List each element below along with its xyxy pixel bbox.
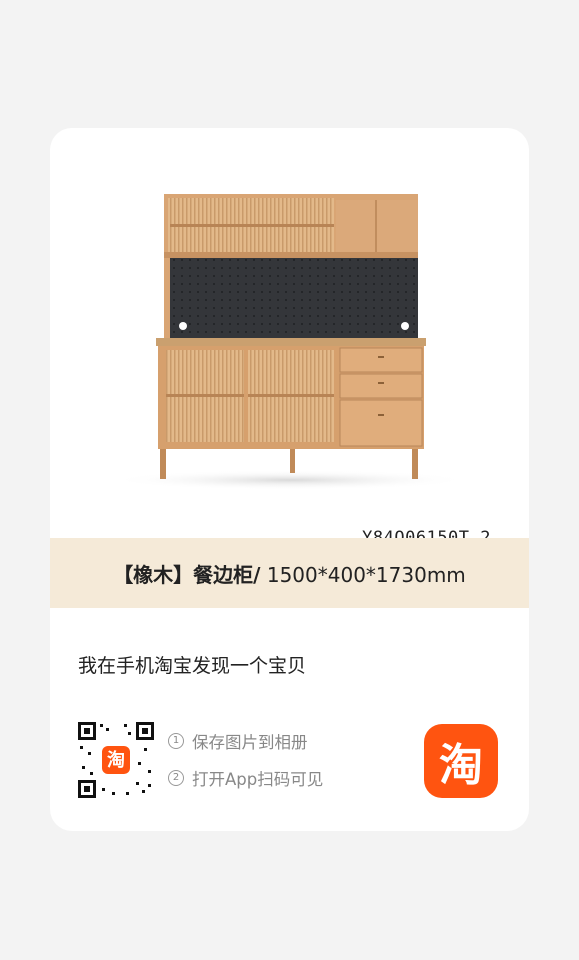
step-save-image: 1 保存图片到相册 — [168, 730, 323, 752]
taobao-logo-char: 淘 — [439, 740, 483, 791]
step-number-2: 2 — [168, 770, 184, 786]
product-title-band: 【橡木】餐边柜/ 1500*400*1730mm — [50, 538, 529, 608]
product-title: 【橡木】餐边柜/ 1500*400*1730mm — [113, 559, 466, 588]
step-label-1: 保存图片到相册 — [192, 733, 308, 752]
share-card: Y84Q06150T_2 【橡木】餐边柜/ 1500*400*1730mm 我在… — [50, 128, 529, 831]
instruction-steps: 1 保存图片到相册 2 打开App扫码可见 — [168, 730, 323, 804]
taobao-logo-icon[interactable]: 淘 — [424, 724, 498, 798]
share-message: 我在手机淘宝发现一个宝贝 — [78, 655, 307, 677]
step-scan-code: 2 打开App扫码可见 — [168, 767, 323, 789]
product-title-dimensions: 1500*400*1730mm — [260, 562, 466, 587]
step-label-2: 打开App扫码可见 — [192, 770, 324, 789]
qr-code[interactable]: 淘 — [78, 722, 154, 798]
step-number-1: 1 — [168, 733, 184, 749]
product-image[interactable] — [50, 128, 529, 538]
product-title-bold: 【橡木】餐边柜/ — [113, 562, 261, 587]
qr-logo: 淘 — [107, 749, 125, 771]
